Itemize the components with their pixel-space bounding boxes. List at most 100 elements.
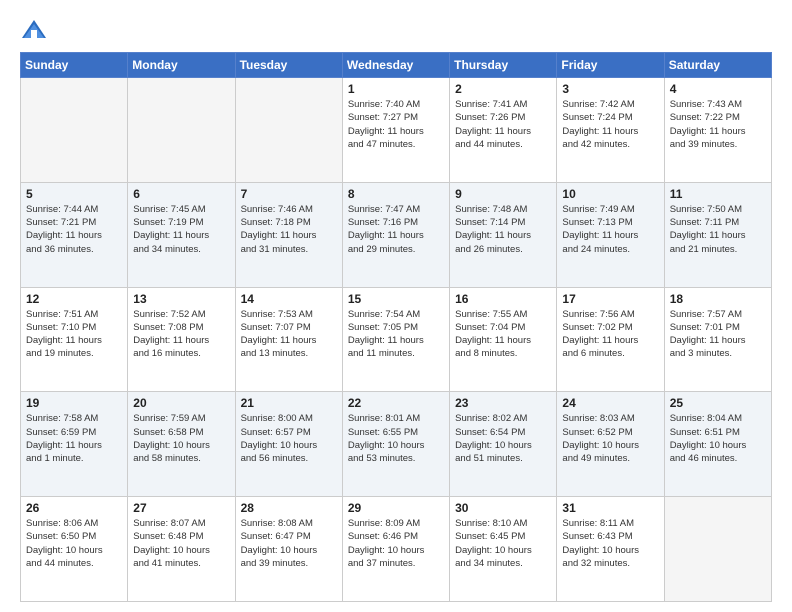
calendar-cell: 16 Sunrise: 7:55 AM Sunset: 7:04 PM Dayli… xyxy=(450,287,557,392)
day-number: 16 xyxy=(455,292,551,306)
calendar-cell: 22Sunrise: 8:01 AM Sunset: 6:55 PM Dayli… xyxy=(342,392,449,497)
day-number: 14 xyxy=(241,292,337,306)
calendar-cell: 11 Sunrise: 7:50 AM Sunset: 7:11 PM Dayli… xyxy=(664,182,771,287)
day-info: Sunrise: 7:45 AM Sunset: 7:19 PM Dayligh… xyxy=(133,203,229,256)
day-number: 29 xyxy=(348,501,444,515)
calendar-week-row: 19 Sunrise: 7:58 AM Sunset: 6:59 PM Dayli… xyxy=(21,392,772,497)
day-info: Sunrise: 7:57 AM Sunset: 7:01 PM Dayligh… xyxy=(670,308,766,361)
day-info: Sunrise: 8:00 AM Sunset: 6:57 PM Dayligh… xyxy=(241,412,337,465)
day-info: Sunrise: 8:08 AM Sunset: 6:47 PM Dayligh… xyxy=(241,517,337,570)
day-info: Sunrise: 7:52 AM Sunset: 7:08 PM Dayligh… xyxy=(133,308,229,361)
day-number: 2 xyxy=(455,82,551,96)
calendar-week-row: 26Sunrise: 8:06 AM Sunset: 6:50 PM Dayli… xyxy=(21,497,772,602)
day-number: 1 xyxy=(348,82,444,96)
day-number: 18 xyxy=(670,292,766,306)
day-number: 28 xyxy=(241,501,337,515)
day-info: Sunrise: 7:42 AM Sunset: 7:24 PM Dayligh… xyxy=(562,98,658,151)
page: SundayMondayTuesdayWednesdayThursdayFrid… xyxy=(0,0,792,612)
day-info: Sunrise: 7:41 AM Sunset: 7:26 PM Dayligh… xyxy=(455,98,551,151)
calendar-cell: 17 Sunrise: 7:56 AM Sunset: 7:02 PM Dayli… xyxy=(557,287,664,392)
weekday-header: Thursday xyxy=(450,53,557,78)
header xyxy=(20,16,772,44)
calendar-cell: 8 Sunrise: 7:47 AM Sunset: 7:16 PM Daylig… xyxy=(342,182,449,287)
weekday-header: Monday xyxy=(128,53,235,78)
day-number: 24 xyxy=(562,396,658,410)
day-number: 3 xyxy=(562,82,658,96)
day-number: 27 xyxy=(133,501,229,515)
day-number: 25 xyxy=(670,396,766,410)
calendar-cell: 20 Sunrise: 7:59 AM Sunset: 6:58 PM Dayli… xyxy=(128,392,235,497)
day-number: 12 xyxy=(26,292,122,306)
calendar-cell: 23Sunrise: 8:02 AM Sunset: 6:54 PM Dayli… xyxy=(450,392,557,497)
calendar-cell xyxy=(128,78,235,183)
day-number: 21 xyxy=(241,396,337,410)
calendar-cell: 4Sunrise: 7:43 AM Sunset: 7:22 PM Daylig… xyxy=(664,78,771,183)
calendar-cell: 21 Sunrise: 8:00 AM Sunset: 6:57 PM Dayli… xyxy=(235,392,342,497)
day-number: 7 xyxy=(241,187,337,201)
calendar-cell: 2 Sunrise: 7:41 AM Sunset: 7:26 PM Daylig… xyxy=(450,78,557,183)
day-info: Sunrise: 7:47 AM Sunset: 7:16 PM Dayligh… xyxy=(348,203,444,256)
calendar-week-row: 12 Sunrise: 7:51 AM Sunset: 7:10 PM Dayli… xyxy=(21,287,772,392)
day-number: 10 xyxy=(562,187,658,201)
day-info: Sunrise: 8:04 AM Sunset: 6:51 PM Dayligh… xyxy=(670,412,766,465)
calendar-week-row: 1 Sunrise: 7:40 AM Sunset: 7:27 PM Daylig… xyxy=(21,78,772,183)
day-number: 17 xyxy=(562,292,658,306)
calendar-cell: 25 Sunrise: 8:04 AM Sunset: 6:51 PM Dayli… xyxy=(664,392,771,497)
day-number: 15 xyxy=(348,292,444,306)
logo-icon xyxy=(20,16,48,44)
calendar-cell xyxy=(235,78,342,183)
calendar-cell: 30 Sunrise: 8:10 AM Sunset: 6:45 PM Dayli… xyxy=(450,497,557,602)
day-info: Sunrise: 8:03 AM Sunset: 6:52 PM Dayligh… xyxy=(562,412,658,465)
calendar-cell: 26Sunrise: 8:06 AM Sunset: 6:50 PM Dayli… xyxy=(21,497,128,602)
weekday-header: Wednesday xyxy=(342,53,449,78)
weekday-header: Friday xyxy=(557,53,664,78)
day-info: Sunrise: 8:02 AM Sunset: 6:54 PM Dayligh… xyxy=(455,412,551,465)
calendar-cell: 18 Sunrise: 7:57 AM Sunset: 7:01 PM Dayli… xyxy=(664,287,771,392)
day-info: Sunrise: 7:59 AM Sunset: 6:58 PM Dayligh… xyxy=(133,412,229,465)
day-number: 19 xyxy=(26,396,122,410)
day-info: Sunrise: 7:54 AM Sunset: 7:05 PM Dayligh… xyxy=(348,308,444,361)
day-info: Sunrise: 7:48 AM Sunset: 7:14 PM Dayligh… xyxy=(455,203,551,256)
day-info: Sunrise: 7:56 AM Sunset: 7:02 PM Dayligh… xyxy=(562,308,658,361)
calendar-cell: 6Sunrise: 7:45 AM Sunset: 7:19 PM Daylig… xyxy=(128,182,235,287)
calendar-cell: 13Sunrise: 7:52 AM Sunset: 7:08 PM Dayli… xyxy=(128,287,235,392)
calendar-cell: 27 Sunrise: 8:07 AM Sunset: 6:48 PM Dayli… xyxy=(128,497,235,602)
calendar-cell: 10 Sunrise: 7:49 AM Sunset: 7:13 PM Dayli… xyxy=(557,182,664,287)
day-number: 26 xyxy=(26,501,122,515)
day-number: 9 xyxy=(455,187,551,201)
day-number: 31 xyxy=(562,501,658,515)
day-info: Sunrise: 7:40 AM Sunset: 7:27 PM Dayligh… xyxy=(348,98,444,151)
day-number: 30 xyxy=(455,501,551,515)
calendar-cell: 31 Sunrise: 8:11 AM Sunset: 6:43 PM Dayli… xyxy=(557,497,664,602)
calendar-table: SundayMondayTuesdayWednesdayThursdayFrid… xyxy=(20,52,772,602)
day-info: Sunrise: 7:55 AM Sunset: 7:04 PM Dayligh… xyxy=(455,308,551,361)
calendar-cell xyxy=(21,78,128,183)
day-number: 5 xyxy=(26,187,122,201)
calendar-cell: 9 Sunrise: 7:48 AM Sunset: 7:14 PM Daylig… xyxy=(450,182,557,287)
day-info: Sunrise: 7:58 AM Sunset: 6:59 PM Dayligh… xyxy=(26,412,122,465)
calendar-cell: 12 Sunrise: 7:51 AM Sunset: 7:10 PM Dayli… xyxy=(21,287,128,392)
calendar-cell: 29 Sunrise: 8:09 AM Sunset: 6:46 PM Dayli… xyxy=(342,497,449,602)
day-info: Sunrise: 7:49 AM Sunset: 7:13 PM Dayligh… xyxy=(562,203,658,256)
day-number: 8 xyxy=(348,187,444,201)
day-info: Sunrise: 7:53 AM Sunset: 7:07 PM Dayligh… xyxy=(241,308,337,361)
day-info: Sunrise: 8:07 AM Sunset: 6:48 PM Dayligh… xyxy=(133,517,229,570)
calendar-cell: 7Sunrise: 7:46 AM Sunset: 7:18 PM Daylig… xyxy=(235,182,342,287)
calendar-body: 1 Sunrise: 7:40 AM Sunset: 7:27 PM Daylig… xyxy=(21,78,772,602)
weekday-header: Sunday xyxy=(21,53,128,78)
day-info: Sunrise: 8:11 AM Sunset: 6:43 PM Dayligh… xyxy=(562,517,658,570)
day-number: 11 xyxy=(670,187,766,201)
day-info: Sunrise: 7:51 AM Sunset: 7:10 PM Dayligh… xyxy=(26,308,122,361)
calendar-cell: 19 Sunrise: 7:58 AM Sunset: 6:59 PM Dayli… xyxy=(21,392,128,497)
day-info: Sunrise: 8:10 AM Sunset: 6:45 PM Dayligh… xyxy=(455,517,551,570)
logo xyxy=(20,16,52,44)
day-info: Sunrise: 7:44 AM Sunset: 7:21 PM Dayligh… xyxy=(26,203,122,256)
calendar-cell: 14 Sunrise: 7:53 AM Sunset: 7:07 PM Dayli… xyxy=(235,287,342,392)
calendar-cell: 1 Sunrise: 7:40 AM Sunset: 7:27 PM Daylig… xyxy=(342,78,449,183)
calendar-cell: 5 Sunrise: 7:44 AM Sunset: 7:21 PM Daylig… xyxy=(21,182,128,287)
day-info: Sunrise: 8:09 AM Sunset: 6:46 PM Dayligh… xyxy=(348,517,444,570)
day-number: 20 xyxy=(133,396,229,410)
calendar-cell: 28 Sunrise: 8:08 AM Sunset: 6:47 PM Dayli… xyxy=(235,497,342,602)
day-info: Sunrise: 7:50 AM Sunset: 7:11 PM Dayligh… xyxy=(670,203,766,256)
day-number: 22 xyxy=(348,396,444,410)
